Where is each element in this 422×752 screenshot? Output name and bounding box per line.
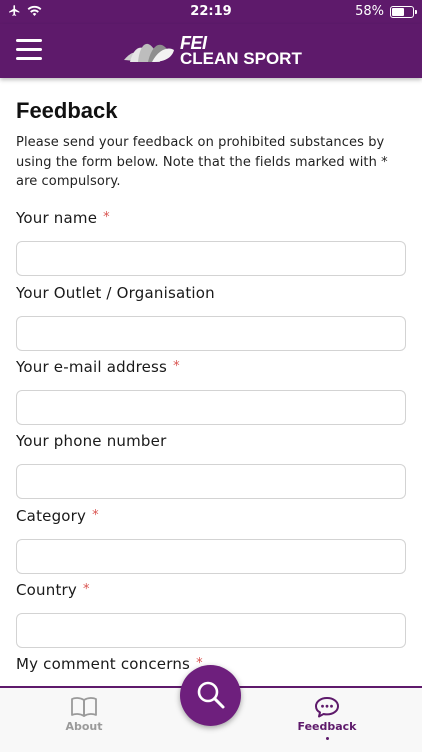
name-input[interactable] [16,241,406,276]
app-header: FEI CLEAN SPORT [0,24,422,78]
label-text: Category [16,507,87,525]
phone-input[interactable] [16,464,406,499]
organisation-input[interactable] [16,316,406,351]
field-label: Your e-mail address * [16,357,406,377]
leaf-logo-icon [124,43,174,62]
required-mark: * [83,582,90,597]
logo-clean-sport: CLEAN SPORT [180,49,302,68]
chat-bubble-icon [315,697,339,718]
category-select[interactable] [16,539,406,574]
field-phone: Your phone number [16,431,406,499]
battery-icon [390,5,417,18]
field-outlet-organisation: Your Outlet / Organisation [16,283,406,351]
page-title: Feedback [16,98,118,123]
required-mark: * [92,508,99,523]
book-icon [71,697,97,717]
label-text: Your phone number [16,432,167,450]
required-mark: * [173,359,180,374]
field-email: Your e-mail address * [16,357,406,425]
fei-clean-sport-logo: FEI CLEAN SPORT [122,32,302,72]
field-label: Your phone number [16,431,406,451]
label-text: Your Outlet / Organisation [16,284,215,302]
status-right: 58% [355,4,417,19]
nav-about[interactable]: About [29,696,139,733]
nav-about-label: About [65,720,103,733]
search-button[interactable] [180,665,241,726]
email-input[interactable] [16,390,406,425]
intro-text: Please send your feedback on prohibited … [16,135,388,189]
label-text: Your name [16,209,98,227]
country-select[interactable] [16,613,406,648]
battery-percent: 58% [355,4,384,19]
label-text: My comment concerns [16,655,191,673]
label-text: Your e-mail address [16,358,168,376]
field-label: Category * [16,506,406,526]
field-label: Country * [16,580,406,600]
status-bar: 22:19 58% [0,0,422,24]
active-indicator-dot [325,737,329,740]
field-label: Your name * [16,208,406,228]
required-mark: * [103,210,110,225]
field-your-name: Your name * [16,208,406,276]
field-label: Your Outlet / Organisation [16,283,406,303]
field-country: Country * [16,580,406,648]
hamburger-menu-icon[interactable] [16,39,42,61]
nav-feedback-label: Feedback [297,720,357,733]
label-text: Country [16,581,77,599]
search-icon [197,681,225,709]
battery-fill [392,7,404,16]
field-category: Category * [16,506,406,574]
nav-feedback[interactable]: Feedback [272,696,382,740]
